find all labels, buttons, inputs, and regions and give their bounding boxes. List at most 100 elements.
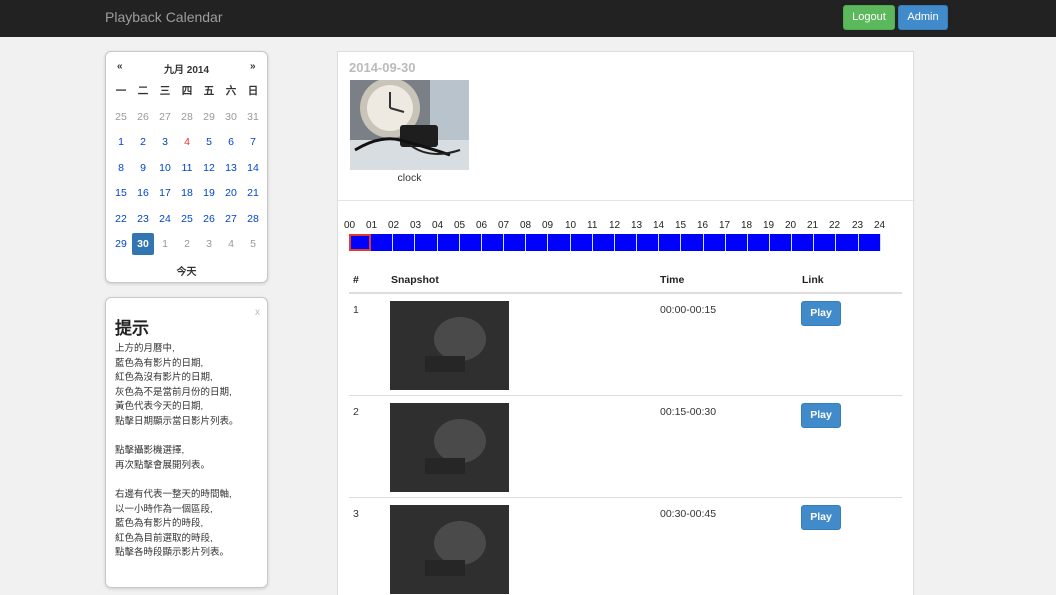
calendar-day[interactable]: 24 — [154, 208, 176, 230]
timeline-segment[interactable] — [659, 234, 682, 251]
next-month-button[interactable]: » — [250, 61, 256, 72]
timeline-segment[interactable] — [571, 234, 593, 251]
calendar-week-row: 8 9 10 11 12 13 14 — [110, 157, 264, 183]
calendar-day[interactable]: 2 — [176, 233, 198, 255]
play-button[interactable]: Play — [801, 301, 841, 326]
calendar-day[interactable]: 14 — [242, 157, 264, 179]
calendar-day[interactable]: 1 — [154, 233, 176, 255]
column-header-number: # — [353, 274, 359, 286]
hour-label: 00 — [344, 220, 356, 231]
admin-button[interactable]: Admin — [898, 5, 948, 30]
calendar-day[interactable]: 23 — [132, 208, 154, 230]
calendar-day[interactable]: 22 — [110, 208, 132, 230]
row-time: 00:15-00:30 — [660, 406, 717, 418]
calendar-month-title[interactable]: 九月 2014 — [136, 61, 237, 76]
previous-month-button[interactable]: « — [117, 61, 123, 72]
today-button[interactable]: 今天 — [106, 263, 267, 278]
timeline-segment[interactable] — [371, 234, 394, 251]
calendar-day[interactable]: 27 — [154, 106, 176, 128]
timeline-segment[interactable] — [393, 234, 416, 251]
calendar-day[interactable]: 27 — [220, 208, 242, 230]
calendar-day[interactable]: 28 — [176, 106, 198, 128]
calendar-day[interactable]: 21 — [242, 182, 264, 204]
calendar-day[interactable]: 25 — [176, 208, 198, 230]
timeline-segment[interactable] — [836, 234, 859, 251]
timeline-segment-selected[interactable] — [349, 234, 372, 251]
calendar-day[interactable]: 10 — [154, 157, 176, 179]
calendar-day[interactable]: 5 — [198, 131, 220, 153]
calendar-day[interactable]: 29 — [198, 106, 220, 128]
timeline-segment[interactable] — [482, 234, 505, 251]
selected-date-title: 2014-09-30 — [349, 60, 416, 75]
timeline-segment[interactable] — [704, 234, 726, 251]
timeline-segment[interactable] — [415, 234, 438, 251]
hour-label: 15 — [675, 220, 687, 231]
hour-label: 21 — [807, 220, 819, 231]
calendar-day[interactable]: 26 — [198, 208, 220, 230]
calendar-day[interactable]: 2 — [132, 131, 154, 153]
calendar-day[interactable]: 5 — [242, 233, 264, 255]
app-title[interactable]: Playback Calendar — [105, 9, 223, 25]
hour-label: 16 — [697, 220, 709, 231]
playback-panel: 2014-09-30 clock 00 01 02 03 04 05 06 07… — [337, 51, 915, 595]
calendar-header: « 九月 2014 » — [106, 61, 267, 76]
timeline-segment[interactable] — [637, 234, 660, 251]
timeline-segment[interactable] — [615, 234, 638, 251]
hour-label: 08 — [520, 220, 532, 231]
timeline-segment[interactable] — [504, 234, 527, 251]
calendar-day[interactable]: 7 — [242, 131, 264, 153]
calendar-day[interactable]: 9 — [132, 157, 154, 179]
calendar-day[interactable]: 31 — [242, 106, 264, 128]
camera-label[interactable]: clock — [350, 172, 469, 184]
camera-thumbnail[interactable] — [350, 80, 469, 170]
column-header-snapshot: Snapshot — [391, 274, 439, 286]
calendar-day-selected[interactable]: 30 — [132, 233, 154, 255]
close-icon[interactable]: x — [255, 307, 260, 318]
timeline-segment[interactable] — [726, 234, 748, 251]
camera-snapshot-image — [350, 80, 469, 170]
hour-label: 13 — [631, 220, 643, 231]
calendar-day[interactable]: 28 — [242, 208, 264, 230]
timeline-segment[interactable] — [681, 234, 704, 251]
timeline-segment[interactable] — [770, 234, 793, 251]
calendar-day[interactable]: 17 — [154, 182, 176, 204]
weekday-label: 三 — [159, 85, 171, 97]
calendar-day[interactable]: 25 — [110, 106, 132, 128]
timeline-segment[interactable] — [814, 234, 837, 251]
calendar-day[interactable]: 8 — [110, 157, 132, 179]
video-table: # Snapshot Time Link 1 00:00-00:15 Play … — [349, 266, 902, 595]
timeline-segment[interactable] — [460, 234, 482, 251]
calendar-day[interactable]: 26 — [132, 106, 154, 128]
calendar-day[interactable]: 3 — [154, 131, 176, 153]
hour-label: 19 — [763, 220, 775, 231]
calendar-day[interactable]: 16 — [132, 182, 154, 204]
timeline-segment[interactable] — [748, 234, 770, 251]
calendar-day[interactable]: 12 — [198, 157, 220, 179]
play-button[interactable]: Play — [801, 505, 841, 530]
timeline-segment[interactable] — [526, 234, 549, 251]
column-header-link: Link — [802, 274, 824, 286]
calendar-day[interactable]: 30 — [220, 106, 242, 128]
calendar-day-no-video[interactable]: 4 — [176, 131, 198, 153]
calendar-day[interactable]: 11 — [176, 157, 198, 179]
calendar-day[interactable]: 13 — [220, 157, 242, 179]
timeline-segment[interactable] — [548, 234, 571, 251]
calendar-day[interactable]: 3 — [198, 233, 220, 255]
play-button[interactable]: Play — [801, 403, 841, 428]
calendar-day[interactable]: 19 — [198, 182, 220, 204]
calendar-day[interactable]: 29 — [110, 233, 132, 255]
calendar-day[interactable]: 4 — [220, 233, 242, 255]
calendar-day[interactable]: 15 — [110, 182, 132, 204]
timeline-segment[interactable] — [593, 234, 615, 251]
timeline-segment[interactable] — [792, 234, 815, 251]
calendar-day[interactable]: 18 — [176, 182, 198, 204]
calendar-day[interactable]: 1 — [110, 131, 132, 153]
hour-label: 14 — [653, 220, 665, 231]
timeline-segment[interactable] — [438, 234, 460, 251]
calendar-day[interactable]: 6 — [220, 131, 242, 153]
video-snapshot — [390, 505, 509, 594]
logout-button[interactable]: Logout — [843, 5, 895, 30]
timeline-segment[interactable] — [859, 234, 881, 251]
calendar-day[interactable]: 20 — [220, 182, 242, 204]
column-header-time: Time — [660, 274, 685, 286]
